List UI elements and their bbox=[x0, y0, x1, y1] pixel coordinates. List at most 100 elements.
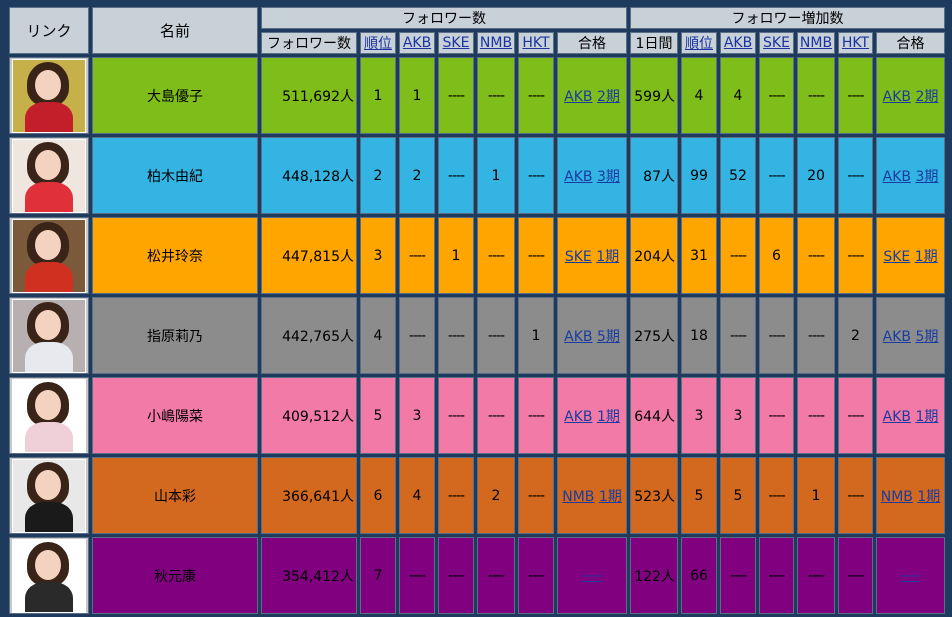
member-photo[interactable] bbox=[12, 378, 86, 453]
inc-nmb-value: ---- bbox=[797, 217, 835, 294]
inc-ske-value: ---- bbox=[759, 297, 794, 374]
rank-value: 5 bbox=[360, 377, 396, 454]
follower-count: 442,765人 bbox=[261, 297, 357, 374]
follower-count: 447,815人 bbox=[261, 217, 357, 294]
inc-pass-link-cell: AKB 3期 bbox=[876, 137, 945, 214]
nmb-rank-value: ---- bbox=[477, 377, 515, 454]
akb-rank-value: 1 bbox=[399, 57, 435, 134]
pass-gen-link[interactable]: 3期 bbox=[597, 169, 620, 185]
inc-rank-value: 4 bbox=[681, 57, 717, 134]
inc-pass-gen-link[interactable]: 5期 bbox=[915, 329, 938, 345]
inc-pass-group-link[interactable]: AKB bbox=[883, 89, 911, 105]
pass-gen-link[interactable]: 2期 bbox=[597, 89, 620, 105]
inc-pass-link-cell: AKB 5期 bbox=[876, 297, 945, 374]
photo-link-cell[interactable] bbox=[9, 137, 89, 214]
pass-group-link[interactable]: AKB bbox=[564, 409, 592, 425]
hkt-sort-header[interactable]: HKT bbox=[518, 32, 554, 54]
member-photo[interactable] bbox=[12, 138, 86, 213]
inc-pass-group-link[interactable]: SKE bbox=[883, 249, 910, 265]
daily-increase: 275人 bbox=[630, 297, 678, 374]
ske-rank-value: ---- bbox=[438, 537, 474, 614]
member-photo[interactable] bbox=[12, 218, 86, 293]
photo-link-cell[interactable] bbox=[9, 537, 89, 614]
inc-hkt-sort-header[interactable]: HKT bbox=[838, 32, 873, 54]
rank-sort-header[interactable]: 順位 bbox=[360, 32, 396, 54]
inc-nmb-sort-header[interactable]: NMB bbox=[797, 32, 835, 54]
photo-link-cell[interactable] bbox=[9, 217, 89, 294]
ske-rank-value: ---- bbox=[438, 57, 474, 134]
inc-pass-group-link[interactable]: AKB bbox=[883, 409, 911, 425]
member-photo[interactable] bbox=[12, 298, 86, 373]
inc-rank-value: 31 bbox=[681, 217, 717, 294]
ske-rank-value: ---- bbox=[438, 457, 474, 534]
member-name: 大島優子 bbox=[92, 57, 258, 134]
inc-ske-sort-header[interactable]: SKE bbox=[759, 32, 794, 54]
member-photo[interactable] bbox=[12, 538, 86, 613]
daily-header: 1日間 bbox=[630, 32, 678, 54]
inc-nmb-value: ---- bbox=[797, 537, 835, 614]
photo-link-cell[interactable] bbox=[9, 297, 89, 374]
inc-akb-value: ---- bbox=[720, 217, 756, 294]
photo-link-cell[interactable] bbox=[9, 57, 89, 134]
pass-gen-link[interactable]: ---- bbox=[582, 568, 602, 584]
ske-rank-value: 1 bbox=[438, 217, 474, 294]
ske-rank-value: ---- bbox=[438, 137, 474, 214]
inc-rank-sort-header[interactable]: 順位 bbox=[681, 32, 717, 54]
inc-nmb-value: ---- bbox=[797, 57, 835, 134]
hkt-rank-value: ---- bbox=[518, 377, 554, 454]
table-row: 小嶋陽菜 409,512人 5 3 ---- ---- ---- AKB 1期 … bbox=[9, 377, 945, 454]
nmb-rank-value: ---- bbox=[477, 537, 515, 614]
inc-nmb-value: 20 bbox=[797, 137, 835, 214]
inc-pass-gen-link[interactable]: 1期 bbox=[915, 409, 938, 425]
inc-pass-group-link[interactable]: AKB bbox=[883, 329, 911, 345]
akb-rank-value: ---- bbox=[399, 537, 435, 614]
hkt-rank-value: ---- bbox=[518, 137, 554, 214]
pass-group-link[interactable]: SKE bbox=[565, 249, 592, 265]
inc-pass-gen-link[interactable]: ---- bbox=[900, 568, 920, 584]
pass-group-link[interactable]: AKB bbox=[564, 169, 592, 185]
pass-gen-link[interactable]: 1期 bbox=[599, 489, 622, 505]
inc-pass-gen-link[interactable]: 1期 bbox=[917, 489, 940, 505]
inc-pass-group-link[interactable]: AKB bbox=[883, 169, 911, 185]
nmb-sort-header[interactable]: NMB bbox=[477, 32, 515, 54]
photo-link-cell[interactable] bbox=[9, 457, 89, 534]
name-header: 名前 bbox=[92, 7, 258, 54]
table-row: 柏木由紀 448,128人 2 2 ---- 1 ---- AKB 3期 87人… bbox=[9, 137, 945, 214]
daily-increase: 523人 bbox=[630, 457, 678, 534]
inc-akb-sort-header[interactable]: AKB bbox=[720, 32, 756, 54]
inc-akb-value: 4 bbox=[720, 57, 756, 134]
akb-sort-header[interactable]: AKB bbox=[399, 32, 435, 54]
pass-gen-link[interactable]: 5期 bbox=[597, 329, 620, 345]
inc-akb-value: ---- bbox=[720, 297, 756, 374]
nmb-rank-value: 1 bbox=[477, 137, 515, 214]
inc-ske-value: ---- bbox=[759, 137, 794, 214]
link-header: リンク bbox=[9, 7, 89, 54]
inc-ske-value: ---- bbox=[759, 377, 794, 454]
inc-rank-value: 5 bbox=[681, 457, 717, 534]
ske-sort-header[interactable]: SKE bbox=[438, 32, 474, 54]
inc-pass-group-link[interactable]: NMB bbox=[881, 489, 913, 505]
member-photo[interactable] bbox=[12, 458, 86, 533]
inc-nmb-value: ---- bbox=[797, 377, 835, 454]
inc-pass-gen-link[interactable]: 3期 bbox=[915, 169, 938, 185]
member-photo[interactable] bbox=[12, 58, 86, 133]
inc-ske-value: ---- bbox=[759, 537, 794, 614]
inc-pass-gen-link[interactable]: 2期 bbox=[915, 89, 938, 105]
inc-hkt-value: ---- bbox=[838, 217, 873, 294]
pass-gen-link[interactable]: 1期 bbox=[597, 409, 620, 425]
member-name: 松井玲奈 bbox=[92, 217, 258, 294]
pass-group-link[interactable]: NMB bbox=[562, 489, 594, 505]
pass-group-link[interactable]: AKB bbox=[564, 329, 592, 345]
inc-akb-value: ---- bbox=[720, 537, 756, 614]
inc-hkt-value: ---- bbox=[838, 377, 873, 454]
pass-group-link[interactable]: AKB bbox=[564, 89, 592, 105]
inc-pass-gen-link[interactable]: 1期 bbox=[915, 249, 938, 265]
rank-value: 4 bbox=[360, 297, 396, 374]
inc-pass-header: 合格 bbox=[876, 32, 945, 54]
hkt-rank-value: ---- bbox=[518, 537, 554, 614]
pass-gen-link[interactable]: 1期 bbox=[596, 249, 619, 265]
inc-pass-link-cell: ---- bbox=[876, 537, 945, 614]
pass-link-cell: NMB 1期 bbox=[557, 457, 627, 534]
photo-link-cell[interactable] bbox=[9, 377, 89, 454]
member-name: 小嶋陽菜 bbox=[92, 377, 258, 454]
